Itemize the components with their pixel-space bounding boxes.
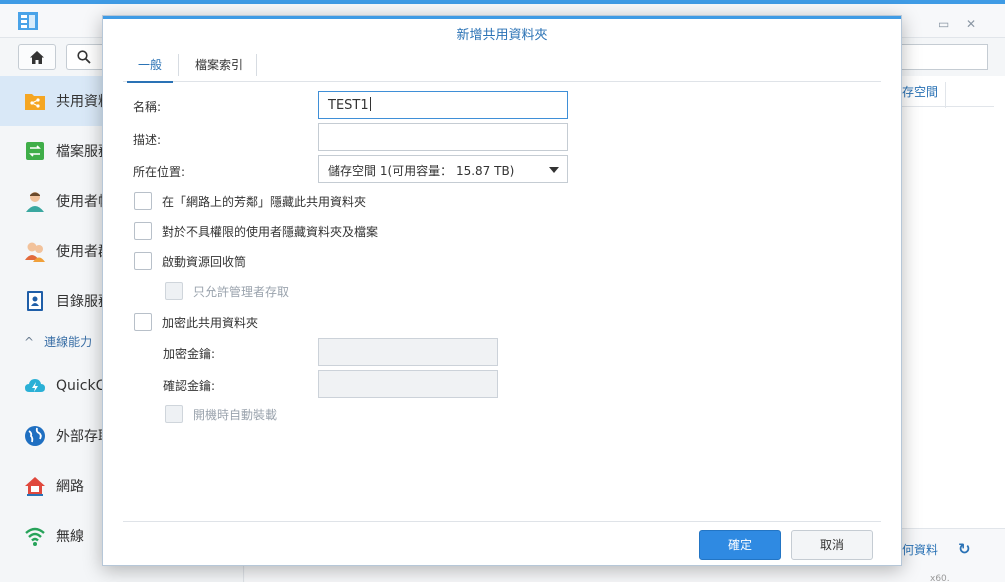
chevron-up-icon: ^ xyxy=(24,334,35,349)
admin-only-checkbox-label: 只允許管理者存取 xyxy=(193,284,290,299)
name-field-value: TEST1 xyxy=(328,97,371,113)
caret-down-icon xyxy=(549,167,559,173)
recycle-bin-checkbox-label: 啟動資源回收筒 xyxy=(162,254,247,269)
tab-active-indicator xyxy=(127,81,173,83)
search-input[interactable] xyxy=(66,44,106,70)
tab-file-indexing[interactable]: 檔案索引 xyxy=(181,54,257,82)
confirm-key-field xyxy=(318,370,498,398)
recycle-bin-checkbox-row[interactable]: 啟動資源回收筒 xyxy=(134,252,246,270)
confirm-key-label: 確認金鑰: xyxy=(163,379,216,393)
encryption-key-label: 加密金鑰: xyxy=(163,347,216,361)
encrypt-checkbox[interactable] xyxy=(134,313,152,331)
refresh-icon[interactable]: ↻ xyxy=(958,540,978,560)
description-field[interactable] xyxy=(318,123,568,151)
hide-network-checkbox-row[interactable]: 在「網路上的芳鄰」隱藏此共用資料夾 xyxy=(134,192,366,210)
tab-label: 一般 xyxy=(137,58,162,72)
shared-folder-icon xyxy=(25,94,45,110)
tab-label: 檔案索引 xyxy=(194,58,243,72)
location-select[interactable]: 儲存空間 1(可用容量： 15.87 TB) xyxy=(318,155,568,183)
name-field[interactable]: TEST1 xyxy=(318,91,568,119)
ok-button[interactable]: 確定 xyxy=(699,530,781,560)
location-label: 所在位置: xyxy=(133,165,186,179)
sidebar-item-label: 無線 xyxy=(56,529,84,545)
group-icon xyxy=(25,242,45,262)
network-icon xyxy=(25,477,45,496)
external-access-icon xyxy=(25,426,45,446)
search-icon xyxy=(77,50,91,64)
user-icon xyxy=(26,192,44,212)
create-shared-folder-dialog: 新增共用資料夾 一般 檔案索引 名稱: TEST1 描述: 所在位置: 儲存空間… xyxy=(102,15,902,566)
description-label: 描述: xyxy=(133,133,162,147)
cancel-button[interactable]: 取消 xyxy=(791,530,873,560)
file-services-icon xyxy=(26,142,44,160)
dialog-footer-divider xyxy=(123,521,881,522)
control-panel-icon xyxy=(18,12,38,30)
auto-mount-checkbox xyxy=(165,405,183,423)
home-button[interactable] xyxy=(18,44,56,70)
encrypt-checkbox-row[interactable]: 加密此共用資料夾 xyxy=(134,313,258,331)
sidebar-item-label: QuickC xyxy=(56,378,106,394)
name-label: 名稱: xyxy=(133,100,162,114)
encrypt-checkbox-label: 加密此共用資料夾 xyxy=(162,315,259,330)
directory-icon xyxy=(27,291,43,311)
home-icon xyxy=(30,50,44,64)
footer-tail-text: x60. xyxy=(930,574,950,582)
maximize-icon[interactable]: ▭ xyxy=(938,18,949,30)
filter-input[interactable] xyxy=(902,44,988,70)
auto-mount-checkbox-label: 開機時自動裝載 xyxy=(193,407,278,422)
hide-unauthorized-checkbox-label: 對於不具權限的使用者隱藏資料夾及檔案 xyxy=(162,224,379,239)
sidebar-section-label: 連線能力 xyxy=(44,335,93,349)
wireless-icon xyxy=(25,527,45,546)
close-icon[interactable]: ✕ xyxy=(966,18,976,30)
tab-separator xyxy=(178,54,179,76)
auto-mount-checkbox-row: 開機時自動裝載 xyxy=(165,405,277,423)
quickconnect-icon xyxy=(25,379,45,392)
recycle-bin-checkbox[interactable] xyxy=(134,252,152,270)
admin-only-checkbox-row: 只允許管理者存取 xyxy=(165,282,289,300)
admin-only-checkbox xyxy=(165,282,183,300)
hide-network-checkbox[interactable] xyxy=(134,192,152,210)
tab-separator xyxy=(256,54,257,76)
sidebar-section-connectivity[interactable]: ^ 連線能力 xyxy=(24,333,92,350)
column-divider xyxy=(902,106,994,107)
location-select-value: 儲存空間 1(可用容量： 15.87 TB) xyxy=(328,164,515,178)
footer-link[interactable]: 何資料 xyxy=(902,541,938,558)
dialog-title: 新增共用資料夾 xyxy=(456,28,548,43)
sidebar-item-label: 網路 xyxy=(56,479,84,495)
hide-network-checkbox-label: 在「網路上的芳鄰」隱藏此共用資料夾 xyxy=(162,194,367,209)
hide-unauthorized-checkbox[interactable] xyxy=(134,222,152,240)
dialog-tabs: 一般 檔案索引 xyxy=(123,54,881,83)
column-header-storage[interactable]: 存空間 xyxy=(902,82,946,108)
encryption-key-field xyxy=(318,338,498,366)
hide-unauthorized-checkbox-row[interactable]: 對於不具權限的使用者隱藏資料夾及檔案 xyxy=(134,222,378,240)
tab-general[interactable]: 一般 xyxy=(123,54,177,83)
